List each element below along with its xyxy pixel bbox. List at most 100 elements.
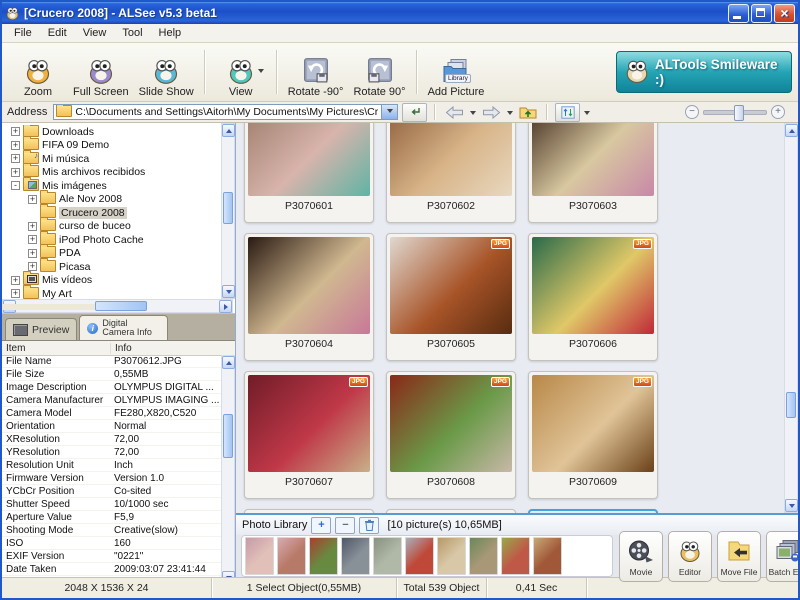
tree-expander-icon[interactable]: +: [11, 289, 20, 299]
tree-item-my-art[interactable]: + My Art: [4, 284, 220, 299]
scroll-up-button[interactable]: [785, 124, 798, 137]
minimize-button[interactable]: [728, 3, 749, 23]
library-button-batch-edit[interactable]: Batch Edit: [766, 530, 798, 582]
scroll-thumb[interactable]: [95, 301, 147, 311]
info-row[interactable]: YResolution 72,00: [2, 446, 221, 459]
up-folder-button[interactable]: [517, 103, 539, 121]
info-row[interactable]: XResolution 72,00: [2, 433, 221, 446]
zoom-in-icon[interactable]: +: [771, 105, 785, 119]
library-trash-button[interactable]: [359, 516, 380, 534]
zoom-slider-thumb[interactable]: [734, 104, 744, 121]
tree-expander-icon[interactable]: +: [28, 235, 37, 245]
toolbar-button-slide-show[interactable]: Slide Show: [134, 44, 199, 100]
library-remove-button[interactable]: −: [335, 516, 356, 534]
info-row[interactable]: Firmware Version Version 1.0: [2, 472, 221, 485]
tree-item-mis-im-genes[interactable]: - Mis imágenes: [4, 176, 220, 193]
tree-item-ipod-photo-cache[interactable]: + iPod Photo Cache: [4, 230, 220, 247]
tree-item-mis-archivos-recibidos[interactable]: + Mis archivos recibidos: [4, 163, 220, 180]
scroll-thumb[interactable]: [223, 192, 233, 224]
tree-item-mi-m-sica[interactable]: + Mi música: [4, 149, 220, 166]
library-thumbnail[interactable]: [245, 537, 274, 575]
thumbnail-p3070607[interactable]: JPG P3070607: [244, 371, 374, 499]
tab-preview[interactable]: Preview: [5, 318, 78, 340]
scroll-down-button[interactable]: [222, 571, 235, 577]
library-thumbnail[interactable]: [405, 537, 434, 575]
tree-item-crucero-2008[interactable]: Crucero 2008: [4, 203, 220, 220]
back-dropdown-icon[interactable]: [470, 110, 477, 118]
tree-item-pda[interactable]: + PDA: [4, 244, 220, 261]
address-combobox[interactable]: C:\Documents and Settings\Aitorh\My Docu…: [53, 104, 399, 120]
grid-vertical-scrollbar[interactable]: [784, 123, 798, 513]
scroll-down-button[interactable]: [222, 285, 235, 298]
info-row[interactable]: Resolution Unit Inch: [2, 459, 221, 472]
forward-button[interactable]: [480, 103, 503, 121]
thumbnail-p3070608[interactable]: JPG P3070608: [386, 371, 516, 499]
toolbar-button-rotate-90[interactable]: Rotate 90°: [348, 44, 410, 100]
info-row[interactable]: Orientation Normal: [2, 420, 221, 433]
library-thumbnail[interactable]: [309, 537, 338, 575]
info-row[interactable]: Camera Model FE280,X820,C520: [2, 407, 221, 420]
toolbar-button-add-picture[interactable]: Library Add Picture: [423, 44, 490, 100]
dropdown-caret-icon[interactable]: [257, 69, 264, 76]
info-row[interactable]: ISO 160: [2, 537, 221, 550]
back-button[interactable]: [443, 103, 466, 121]
toolbar-button-zoom[interactable]: Zoom: [8, 44, 68, 100]
tree-expander-icon[interactable]: +: [28, 248, 37, 258]
library-thumbnail[interactable]: [501, 537, 530, 575]
thumbnail-p3070601[interactable]: P3070601: [244, 123, 374, 223]
maximize-button[interactable]: [751, 3, 772, 23]
scroll-down-button[interactable]: [785, 499, 798, 512]
info-row[interactable]: YCbCr Position Co-sited: [2, 485, 221, 498]
tree-expander-icon[interactable]: +: [11, 167, 20, 177]
info-row[interactable]: EXIF Version "0221": [2, 550, 221, 563]
menu-item-tool[interactable]: Tool: [114, 26, 150, 40]
info-row[interactable]: Aperture Value F5,9: [2, 511, 221, 524]
tree-horizontal-scrollbar[interactable]: [2, 299, 233, 313]
tree-item-mis-v-deos[interactable]: + Mis vídeos: [4, 271, 220, 288]
go-button[interactable]: [402, 102, 428, 122]
library-add-button[interactable]: +: [311, 516, 332, 534]
altools-banner[interactable]: ALTools Smileware :): [616, 51, 792, 93]
tree-expander-icon[interactable]: +: [11, 275, 20, 285]
library-thumbnail[interactable]: [341, 537, 370, 575]
info-row[interactable]: Date Taken 2009:03:07 23:41:44: [2, 563, 221, 576]
info-row[interactable]: File Size 0,55MB: [2, 368, 221, 381]
library-thumbnail[interactable]: [469, 537, 498, 575]
library-button-movie[interactable]: Movie: [619, 530, 663, 582]
library-thumbnail[interactable]: [373, 537, 402, 575]
info-row[interactable]: File Name P3070612.JPG: [2, 355, 221, 368]
sort-dropdown-icon[interactable]: [584, 110, 591, 118]
tree-expander-icon[interactable]: +: [28, 221, 37, 231]
menu-item-view[interactable]: View: [75, 26, 115, 40]
thumbnail-p3070605[interactable]: JPG P3070605: [386, 233, 516, 361]
tree-item-ale-nov-2008[interactable]: + Ale Nov 2008: [4, 190, 220, 207]
address-dropdown-button[interactable]: [381, 105, 398, 119]
library-button-editor[interactable]: Editor: [668, 530, 712, 582]
zoom-slider-track[interactable]: [703, 104, 767, 121]
tree-expander-icon[interactable]: +: [11, 154, 20, 164]
thumbnail-p3070604[interactable]: P3070604: [244, 233, 374, 361]
close-button[interactable]: [774, 3, 795, 23]
tree-item-downloads[interactable]: + Downloads: [4, 125, 220, 139]
info-row[interactable]: Shutter Speed 10/1000 sec: [2, 498, 221, 511]
scroll-left-button[interactable]: [2, 300, 128, 313]
scroll-up-button[interactable]: [222, 124, 235, 137]
tree-expander-icon[interactable]: +: [28, 194, 37, 204]
thumbnail-p3070603[interactable]: P3070603: [528, 123, 658, 223]
table-vertical-scrollbar[interactable]: [221, 355, 235, 577]
tree-expander-icon[interactable]: +: [11, 140, 20, 150]
tree-item-curso-de-buceo[interactable]: + curso de buceo: [4, 217, 220, 234]
menu-item-help[interactable]: Help: [151, 26, 190, 40]
tree-expander-icon[interactable]: -: [11, 181, 20, 191]
scroll-up-button[interactable]: [222, 356, 235, 369]
sort-view-button[interactable]: [555, 102, 581, 122]
scroll-right-button[interactable]: [219, 300, 232, 313]
thumbnail-p3070609[interactable]: JPG P3070609: [528, 371, 658, 499]
info-row[interactable]: Shooting Mode Creative(slow): [2, 524, 221, 537]
scroll-thumb[interactable]: [223, 414, 233, 458]
thumbnail-p3070602[interactable]: P3070602: [386, 123, 516, 223]
tree-item-picasa[interactable]: + Picasa: [4, 257, 220, 274]
zoom-out-icon[interactable]: −: [685, 105, 699, 119]
library-button-move-file[interactable]: Move File: [717, 530, 761, 582]
info-row[interactable]: Date Saved2009:03:07 23:41:44: [2, 576, 221, 578]
